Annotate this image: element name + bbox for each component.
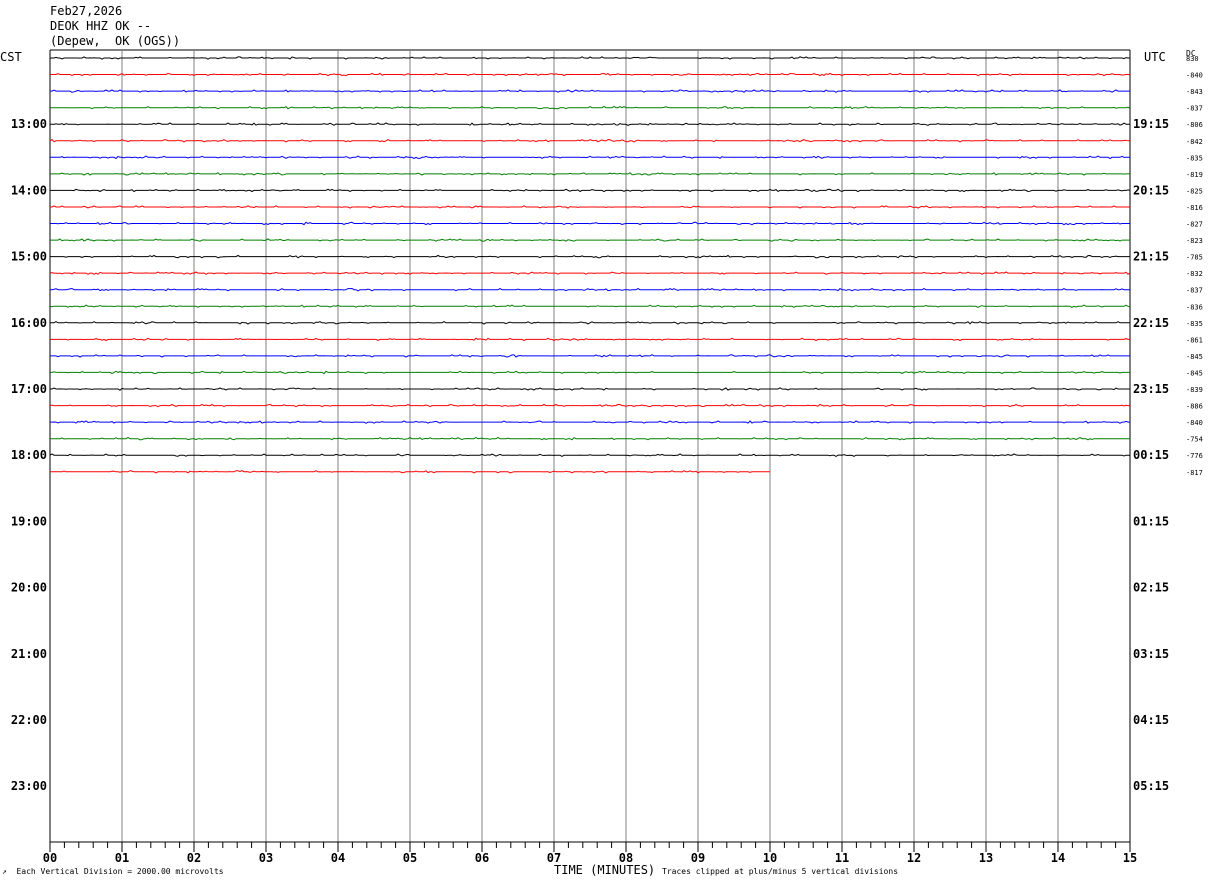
x-tick-label: 03 bbox=[259, 851, 273, 865]
dc-offset-label: -837 bbox=[1186, 105, 1203, 113]
dc-offset-label: -845 bbox=[1186, 353, 1203, 361]
right-timezone-label: UTC bbox=[1144, 50, 1166, 64]
dc-offset-label: -835 bbox=[1186, 154, 1203, 162]
seismic-trace bbox=[50, 188, 1131, 193]
dc-column-label: DC bbox=[1186, 49, 1196, 58]
x-tick-label: 06 bbox=[475, 851, 489, 865]
dc-offset-label: -825 bbox=[1186, 187, 1203, 195]
hour-label-utc: 01:15 bbox=[1133, 514, 1169, 528]
seismic-trace bbox=[50, 321, 1130, 325]
seismic-trace bbox=[50, 105, 1131, 110]
dc-offset-label: -843 bbox=[1186, 88, 1203, 96]
seismic-trace bbox=[50, 205, 1130, 209]
dc-offset-label: -785 bbox=[1186, 254, 1203, 262]
x-tick-label: 00 bbox=[43, 851, 57, 865]
hour-label-utc: 05:15 bbox=[1133, 779, 1169, 793]
dc-offset-label: -840 bbox=[1186, 72, 1203, 80]
hour-label-cst: 14:00 bbox=[11, 183, 47, 197]
hour-label-utc: 03:15 bbox=[1133, 647, 1169, 661]
dc-offset-label: -776 bbox=[1186, 452, 1203, 460]
seismic-trace bbox=[50, 89, 1130, 93]
seismic-trace bbox=[49, 403, 1130, 408]
hour-label-utc: 02:15 bbox=[1133, 581, 1169, 595]
x-tick-label: 15 bbox=[1123, 851, 1137, 865]
dc-offset-label: -886 bbox=[1186, 403, 1203, 411]
x-tick-label: 12 bbox=[907, 851, 921, 865]
seismic-trace bbox=[50, 420, 1130, 424]
seismic-trace bbox=[49, 271, 1131, 275]
hour-label-utc: 19:15 bbox=[1133, 117, 1169, 131]
seismic-trace bbox=[50, 122, 1130, 126]
dc-offset-label: -823 bbox=[1186, 237, 1203, 245]
hour-label-utc: 04:15 bbox=[1133, 713, 1169, 727]
dc-offset-label: -840 bbox=[1186, 419, 1203, 427]
x-axis-label: TIME (MINUTES) bbox=[554, 863, 656, 877]
x-tick-label: 02 bbox=[187, 851, 201, 865]
hour-label-cst: 18:00 bbox=[11, 448, 47, 462]
dc-offset-label: -836 bbox=[1186, 303, 1203, 311]
corner-mark: ↗ bbox=[2, 867, 7, 876]
scale-note: ↗ Each Vertical Division = 2000.00 micro… bbox=[2, 867, 224, 876]
seismic-trace bbox=[50, 287, 1130, 292]
hour-label-utc: 00:15 bbox=[1133, 448, 1169, 462]
scale-note-text: Each Vertical Division = 2000.00 microvo… bbox=[16, 867, 224, 876]
hour-label-cst: 22:00 bbox=[11, 713, 47, 727]
seismic-trace bbox=[50, 370, 1130, 375]
seismic-trace bbox=[50, 238, 1130, 242]
hour-label-cst: 13:00 bbox=[11, 117, 47, 131]
seismic-trace bbox=[50, 72, 1131, 77]
hour-label-cst: 20:00 bbox=[11, 581, 47, 595]
dc-offset-label: -837 bbox=[1186, 287, 1203, 295]
dc-offset-label: -806 bbox=[1186, 121, 1203, 129]
dc-offset-label: -817 bbox=[1186, 469, 1203, 477]
x-tick-label: 14 bbox=[1051, 851, 1065, 865]
dc-offset-label: -845 bbox=[1186, 369, 1203, 377]
x-tick-label: 13 bbox=[979, 851, 993, 865]
hour-label-cst: 21:00 bbox=[11, 647, 47, 661]
x-tick-label: 01 bbox=[115, 851, 129, 865]
seismic-trace bbox=[50, 337, 1130, 342]
dc-offset-label: -754 bbox=[1186, 436, 1203, 444]
dc-offset-label: -827 bbox=[1186, 221, 1203, 229]
left-timezone-label: CST bbox=[0, 50, 22, 64]
hour-label-utc: 23:15 bbox=[1133, 382, 1169, 396]
hour-label-cst: 15:00 bbox=[11, 250, 47, 264]
seismic-trace bbox=[50, 56, 1130, 60]
dc-offset-label: -861 bbox=[1186, 336, 1203, 344]
seismic-trace bbox=[49, 138, 1130, 143]
seismic-trace bbox=[49, 304, 1131, 308]
hour-label-utc: 22:15 bbox=[1133, 316, 1169, 330]
dc-offset-label: -816 bbox=[1186, 204, 1203, 212]
hour-label-cst: 19:00 bbox=[11, 514, 47, 528]
hour-label-cst: 17:00 bbox=[11, 382, 47, 396]
x-tick-label: 09 bbox=[691, 851, 705, 865]
seismic-trace bbox=[50, 172, 1131, 176]
hour-label-utc: 21:15 bbox=[1133, 250, 1169, 264]
hour-label-cst: 16:00 bbox=[11, 316, 47, 330]
x-tick-label: 11 bbox=[835, 851, 849, 865]
seismic-trace bbox=[50, 155, 1130, 160]
helicorder-chart: 830-840-843-837-806-842-835-819-825-816-… bbox=[11, 49, 1203, 865]
seismic-trace bbox=[50, 221, 1130, 226]
seismic-trace bbox=[49, 453, 1130, 457]
x-tick-label: 10 bbox=[763, 851, 777, 865]
seismic-trace bbox=[50, 436, 1130, 441]
dc-offset-label: -832 bbox=[1186, 270, 1203, 278]
hour-label-utc: 20:15 bbox=[1133, 183, 1169, 197]
x-tick-label: 04 bbox=[331, 851, 345, 865]
dc-offset-label: -842 bbox=[1186, 138, 1203, 146]
dc-offset-label: -819 bbox=[1186, 171, 1203, 179]
clip-note: Traces clipped at plus/minus 5 vertical … bbox=[662, 867, 899, 876]
x-tick-label: 05 bbox=[403, 851, 417, 865]
seismic-trace bbox=[50, 387, 1130, 391]
seismic-trace bbox=[50, 254, 1130, 259]
seismic-trace bbox=[50, 354, 1130, 358]
hour-label-cst: 23:00 bbox=[11, 779, 47, 793]
dc-offset-label: -835 bbox=[1186, 320, 1203, 328]
dc-offset-label: -839 bbox=[1186, 386, 1203, 394]
